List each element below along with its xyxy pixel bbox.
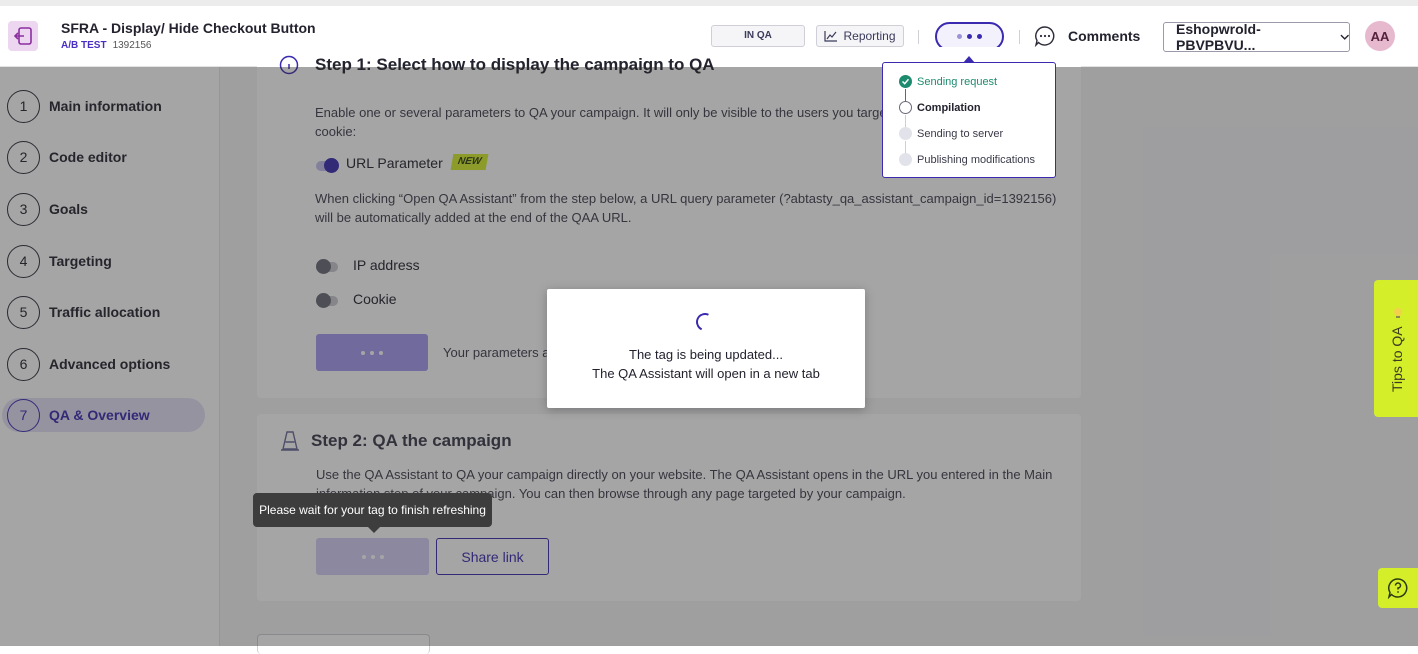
avatar[interactable]: AA (1365, 21, 1395, 51)
progress-step-compilation: Compilation (899, 101, 981, 114)
loading-spinner-icon (693, 310, 717, 334)
loading-dot (977, 34, 982, 39)
tips-label: Tips to QA (1389, 326, 1405, 392)
progress-step-label: Sending request (917, 75, 998, 88)
header-divider (1019, 30, 1020, 44)
progress-step-label: Sending to server (917, 127, 1004, 140)
publish-progress-popover: Sending request Compilation Sending to s… (882, 56, 1056, 178)
account-selector[interactable]: Eshopwrold-PBVPBVU... (1163, 21, 1350, 53)
pending-circle-icon (899, 101, 912, 114)
tips-to-qa-tab[interactable]: Tips to QA (1374, 280, 1418, 417)
progress-step-publishing: Publishing modifications (899, 153, 1035, 166)
chevron-down-icon (1340, 34, 1349, 40)
help-button[interactable] (1378, 568, 1418, 608)
reporting-label: Reporting (843, 29, 896, 43)
loading-dot (967, 34, 972, 39)
modal-line2: The QA Assistant will open in a new tab (592, 366, 820, 381)
help-chat-icon (1387, 578, 1408, 599)
wait-tooltip: Please wait for your tag to finish refre… (253, 493, 492, 533)
header-divider (918, 30, 919, 44)
inactive-circle-icon (899, 153, 912, 166)
inactive-circle-icon (899, 127, 912, 140)
progress-step-sending-request: Sending request (899, 75, 997, 88)
chart-line-icon (824, 31, 838, 42)
test-type: A/B TEST (61, 40, 107, 51)
progress-step-label: Compilation (917, 101, 981, 114)
tag-updating-modal: The tag is being updated... The QA Assis… (547, 289, 865, 408)
comments-button[interactable]: Comments (1034, 25, 1140, 47)
exit-arrow-icon (13, 27, 32, 45)
lightbulb-icon (1394, 308, 1402, 318)
comment-bubble-icon (1034, 26, 1055, 47)
progress-step-sending-to-server: Sending to server (899, 127, 1003, 140)
progress-step-label: Publishing modifications (917, 153, 1036, 166)
back-button[interactable] (8, 21, 38, 51)
progress-connector (905, 89, 906, 101)
campaign-subtitle: A/B TEST 1392156 (61, 40, 152, 51)
progress-connector (905, 141, 906, 153)
check-circle-icon (899, 75, 912, 88)
test-id: 1392156 (112, 40, 152, 51)
loading-dot (957, 34, 962, 39)
comments-label: Comments (1068, 28, 1141, 44)
reporting-button[interactable]: Reporting (816, 25, 904, 47)
campaign-title: SFRA - Display/ Hide Checkout Button (61, 20, 316, 36)
modal-line1: The tag is being updated... (629, 347, 783, 362)
account-name: Eshopwrold-PBVPBVU... (1176, 21, 1261, 53)
progress-connector (905, 115, 906, 127)
status-badge: IN QA (711, 25, 805, 47)
